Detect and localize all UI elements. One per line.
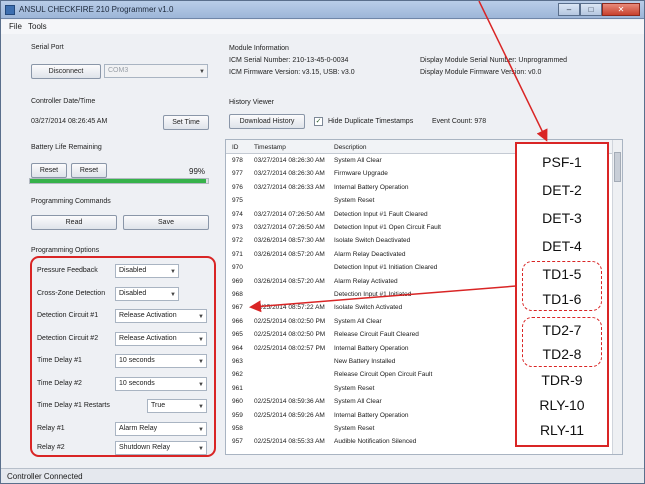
annotation-code: TDR-9 [541,372,583,388]
app-window: ANSUL CHECKFIRE 210 Programmer v1.0 – □ … [0,0,645,484]
annotation-code: DET-2 [542,182,582,198]
annotation-code: TD2-7 [542,322,582,338]
annotation-code: TD1-5 [542,266,582,282]
status-bar: Controller Connected [1,468,644,483]
annotation-code: DET-4 [542,238,582,254]
annotation-arrow-top [478,1,548,142]
annotation-code: DET-3 [542,210,582,226]
annotation-code: RLY-10 [539,397,585,413]
annotation-code-box: PSF-1 DET-2 DET-3 DET-4 TD1-5 TD1-6 TD2-… [515,142,609,447]
status-text: Controller Connected [7,472,83,481]
annotation-code: RLY-11 [539,422,585,438]
annotation-code: TD1-6 [542,291,582,307]
annotation-code: PSF-1 [542,154,582,170]
annotation-arrow-left [249,284,530,313]
annotation-code: TD2-8 [542,346,582,362]
